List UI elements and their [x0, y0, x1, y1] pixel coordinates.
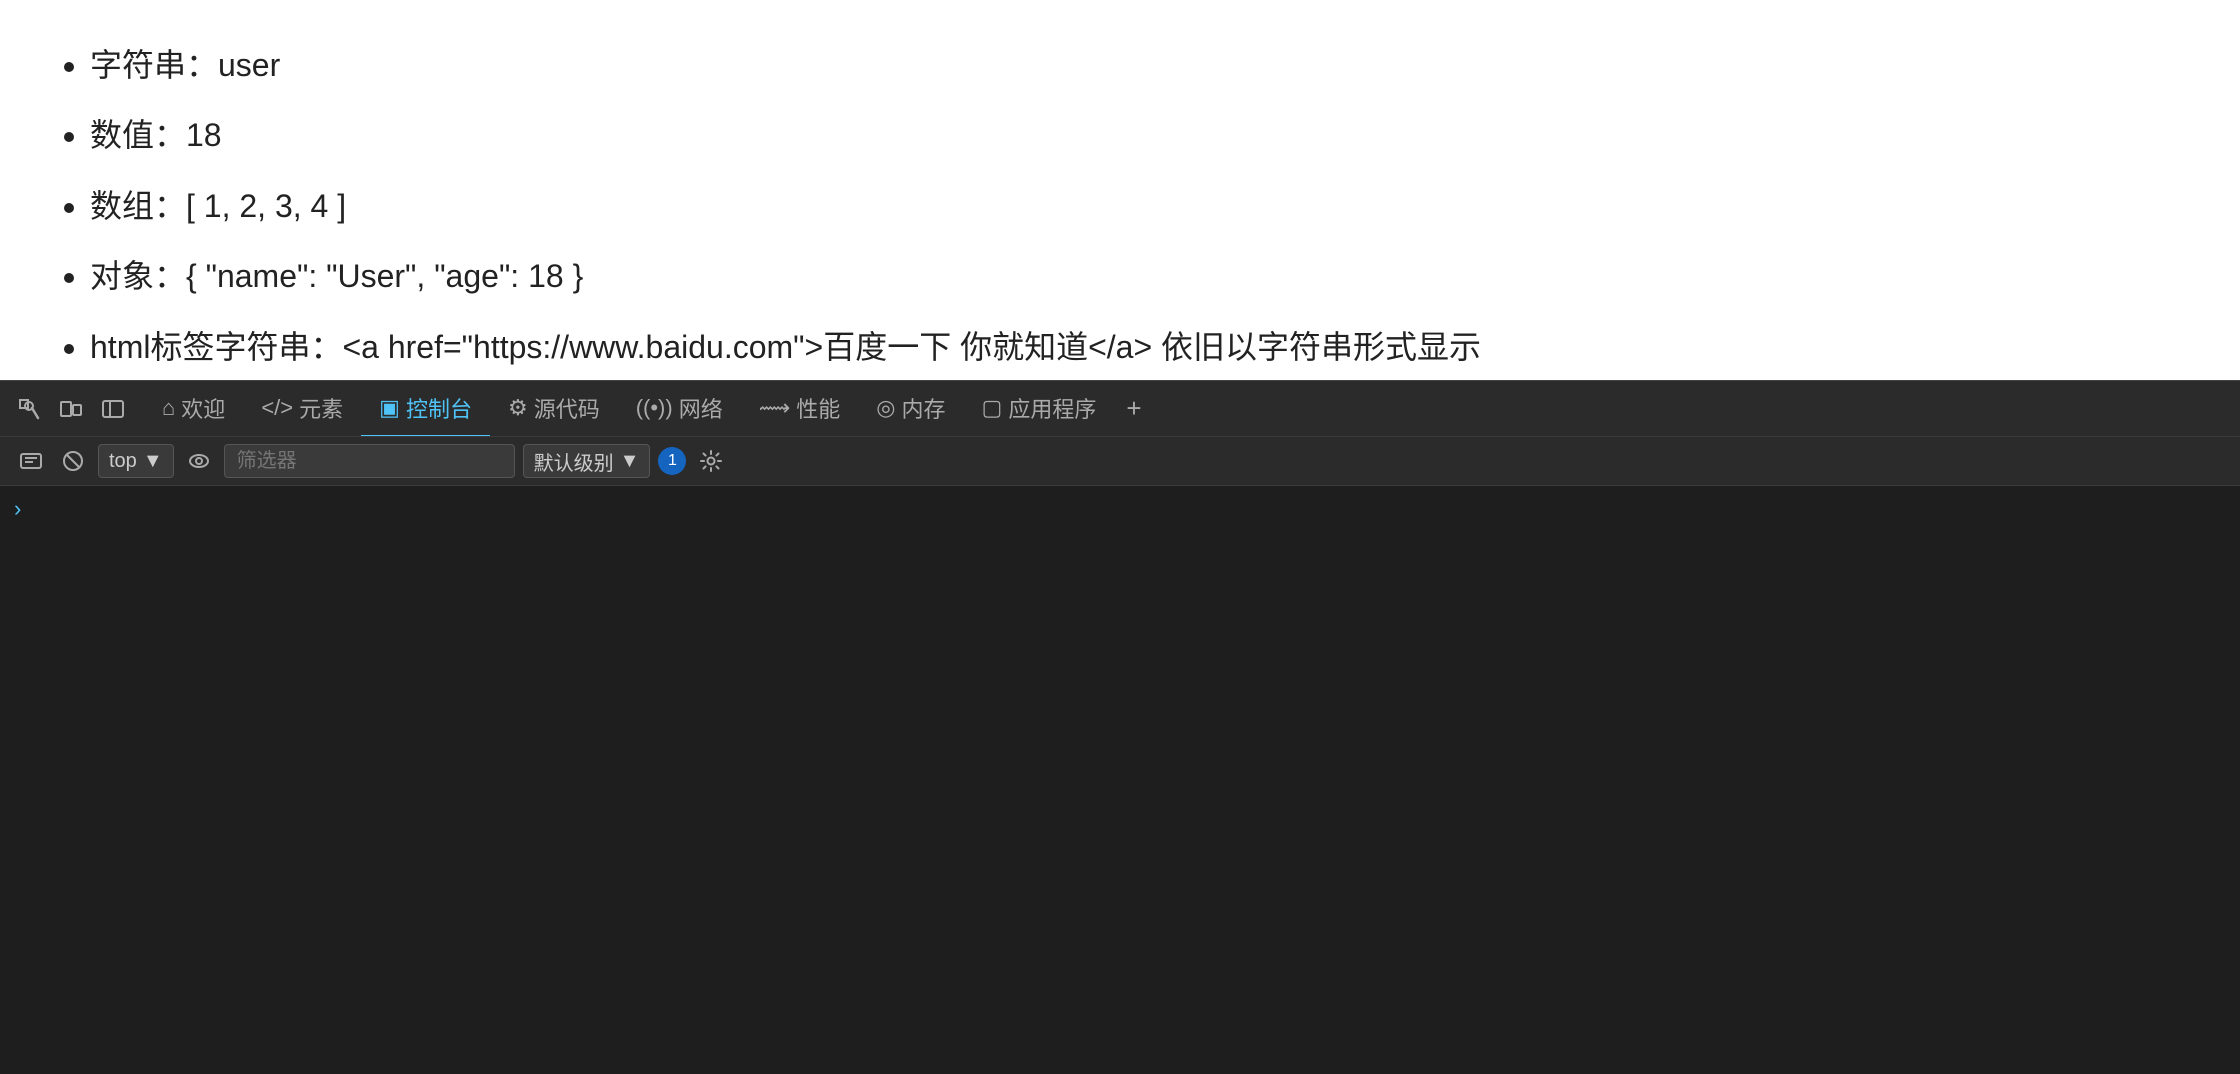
console-prompt-icon: ›: [14, 496, 21, 521]
tab-memory[interactable]: ◎ 内存: [858, 381, 963, 437]
context-dropdown-icon: ▼: [143, 450, 163, 473]
clear-console-button[interactable]: [14, 444, 48, 478]
network-icon: ((•)): [636, 395, 673, 421]
tab-elements[interactable]: </> 元素: [243, 381, 361, 437]
sidebar-icon[interactable]: [94, 390, 132, 428]
tab-welcome[interactable]: ⌂ 欢迎: [144, 381, 243, 437]
sources-icon: ⚙: [508, 395, 528, 421]
welcome-icon: ⌂: [162, 395, 175, 421]
tab-sources[interactable]: ⚙ 源代码: [490, 381, 618, 437]
tab-console[interactable]: ▣ 控制台: [361, 381, 490, 437]
filter-input[interactable]: [224, 444, 515, 478]
item-label: 对象：{ "name": "User", "age": 18 }: [90, 258, 583, 294]
list-item-html: html标签字符串：<a href="https://www.baidu.com…: [90, 312, 2190, 380]
memory-icon: ◎: [876, 395, 895, 421]
log-level-selector[interactable]: 默认级别 ▼: [523, 444, 651, 478]
badge-count: 1: [658, 447, 686, 475]
message-badge: 1: [658, 447, 686, 475]
tab-network[interactable]: ((•)) 网络: [618, 381, 741, 437]
tab-sources-label: 源代码: [534, 392, 600, 424]
disable-button[interactable]: [56, 444, 90, 478]
level-label: 默认级别: [534, 447, 614, 476]
performance-icon: ⟿: [759, 395, 791, 421]
item-label: html标签字符串：<a href="https://www.baidu.com…: [90, 329, 1481, 365]
console-output: ›: [0, 486, 2240, 1074]
page-content: 字符串：user 数值：18 数组：[ 1, 2, 3, 4 ] 对象：{ "n…: [0, 0, 2240, 380]
eye-icon-button[interactable]: [182, 444, 216, 478]
item-label: 数值：18: [90, 117, 222, 153]
inspect-icon[interactable]: [10, 390, 48, 428]
list-item-object: 对象：{ "name": "User", "age": 18 }: [90, 241, 2190, 311]
device-icon[interactable]: [52, 390, 90, 428]
list-item-number: 数值：18: [90, 100, 2190, 170]
tab-performance-label: 性能: [796, 392, 840, 424]
devtools-tabbar: ⌂ 欢迎 </> 元素 ▣ 控制台 ⚙ 源代码 ((•)) 网络 ⟿ 性能 ◎ …: [0, 380, 2240, 436]
context-label: top: [109, 450, 137, 473]
tab-network-label: 网络: [679, 392, 723, 424]
level-dropdown-icon: ▼: [620, 450, 640, 473]
tab-welcome-label: 欢迎: [181, 392, 225, 424]
devtools-icon-buttons: [10, 390, 132, 428]
content-list: 字符串：user 数值：18 数组：[ 1, 2, 3, 4 ] 对象：{ "n…: [50, 30, 2190, 380]
context-selector[interactable]: top ▼: [98, 444, 174, 478]
tab-performance[interactable]: ⟿ 性能: [741, 381, 859, 437]
application-icon: ▢: [982, 395, 1003, 421]
tab-application-label: 应用程序: [1008, 392, 1096, 424]
devtools-toolbar: top ▼ 默认级别 ▼ 1: [0, 436, 2240, 486]
tab-console-label: 控制台: [406, 392, 472, 424]
add-tab-button[interactable]: +: [1114, 381, 1153, 437]
tab-application[interactable]: ▢ 应用程序: [964, 381, 1115, 437]
list-item-string: 字符串：user: [90, 30, 2190, 100]
elements-icon: </>: [261, 395, 293, 421]
settings-button[interactable]: [694, 444, 728, 478]
devtools-panel: ⌂ 欢迎 </> 元素 ▣ 控制台 ⚙ 源代码 ((•)) 网络 ⟿ 性能 ◎ …: [0, 380, 2240, 1074]
tab-memory-label: 内存: [902, 392, 946, 424]
item-label: 字符串：user: [90, 47, 280, 83]
tab-elements-label: 元素: [299, 392, 343, 424]
list-item-array: 数组：[ 1, 2, 3, 4 ]: [90, 171, 2190, 241]
item-label: 数组：[ 1, 2, 3, 4 ]: [90, 188, 346, 224]
console-icon: ▣: [379, 395, 400, 421]
